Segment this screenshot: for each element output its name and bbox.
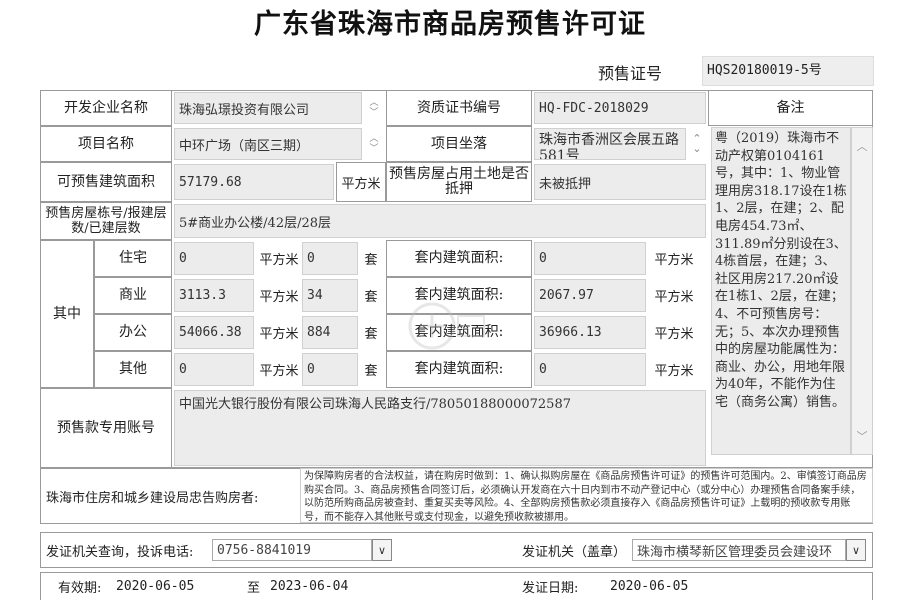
breakdown-inner-unit: 平方米 bbox=[654, 327, 694, 342]
notes-header: 备注 bbox=[708, 90, 873, 126]
area-label: 可预售建筑面积 bbox=[40, 162, 172, 202]
breakdown-area-field[interactable]: 0 bbox=[174, 242, 254, 275]
breakdown-count-field[interactable]: 0 bbox=[302, 242, 358, 275]
breakdown-count-field[interactable]: 34 bbox=[302, 279, 358, 312]
breakdown-count-unit: 套 bbox=[364, 290, 378, 305]
scroll-down-arrow-icon[interactable]: ﹀ bbox=[852, 428, 872, 444]
breakdown-area-field[interactable]: 54066.38 bbox=[174, 316, 254, 349]
issue-date-label: 发证日期: bbox=[522, 580, 579, 596]
breakdown-inner-field[interactable]: 2067.97 bbox=[534, 279, 646, 312]
breakdown-area-unit: 平方米 bbox=[259, 290, 299, 305]
breakdown-group-label: 其中 bbox=[40, 240, 94, 388]
breakdown-area-unit: 平方米 bbox=[259, 253, 299, 268]
valid-label: 有效期: bbox=[58, 580, 102, 596]
breakdown-row-label: 办公 bbox=[94, 314, 172, 351]
breakdown-count-field[interactable]: 884 bbox=[302, 316, 358, 349]
breakdown-inner-unit: 平方米 bbox=[654, 290, 694, 305]
breakdown-area-unit: 平方米 bbox=[259, 364, 299, 379]
breakdown-count-field[interactable]: 0 bbox=[302, 353, 358, 386]
breakdown-row-label: 住宅 bbox=[94, 240, 172, 277]
breakdown-inner-field[interactable]: 0 bbox=[534, 242, 646, 275]
qual-field[interactable]: HQ-FDC-2018029 bbox=[534, 92, 706, 124]
building-field[interactable]: 5#商业办公楼/42层/28层 bbox=[174, 204, 706, 238]
location-spin-icon[interactable]: ⌃ ⌄ bbox=[688, 128, 706, 160]
phone-label: 发证机关查询，投诉电话: bbox=[46, 544, 194, 560]
breakdown-count-unit: 套 bbox=[364, 364, 378, 379]
dropdown-arrow-icon[interactable]: ∨ bbox=[846, 539, 866, 561]
issue-date-field[interactable]: 2020-06-05 bbox=[606, 576, 726, 596]
land-field[interactable]: 未被抵押 bbox=[534, 164, 706, 200]
breakdown-inner-field[interactable]: 36966.13 bbox=[534, 316, 646, 349]
dropdown-arrow-icon[interactable]: ∨ bbox=[372, 539, 392, 561]
valid-to-label: 至 bbox=[247, 580, 261, 596]
developer-label: 开发企业名称 bbox=[40, 90, 172, 126]
building-label: 预售房屋栋号/报建层数/已建层数 bbox=[40, 202, 172, 240]
breakdown-area-field[interactable]: 0 bbox=[174, 353, 254, 386]
phone-dropdown[interactable]: 0756-8841019 bbox=[212, 539, 372, 561]
issuer-label: 发证机关（盖章） bbox=[522, 544, 627, 560]
notice-text: 为保障购房者的合法权益，请在购房时做到：1、确认拟购房屋在《商品房预售许可证》的… bbox=[300, 468, 873, 523]
area-unit: 平方米 bbox=[336, 162, 386, 202]
valid-from-field[interactable]: 2020-06-05 bbox=[112, 576, 232, 596]
project-spin-icon[interactable]: ︿ ﹀ bbox=[364, 128, 384, 160]
breakdown-count-unit: 套 bbox=[364, 327, 378, 342]
breakdown-row-label: 商业 bbox=[94, 277, 172, 314]
breakdown-inner-unit: 平方米 bbox=[654, 364, 694, 379]
breakdown-row-label: 其他 bbox=[94, 351, 172, 388]
account-label: 预售款专用账号 bbox=[40, 388, 172, 468]
notes-text: 粤（2019）珠海市不动产权第0104161号，其中：1、物业管理用房318.1… bbox=[711, 127, 851, 455]
notice-label: 珠海市住房和城乡建设局忠告购房者: bbox=[46, 490, 259, 506]
notes-scrollbar[interactable]: ︿ ﹀ bbox=[851, 127, 873, 455]
breakdown-area-field[interactable]: 3113.3 bbox=[174, 279, 254, 312]
breakdown-inner-field[interactable]: 0 bbox=[534, 353, 646, 386]
account-field[interactable]: 中国光大银行股份有限公司珠海人民路支行/78050188000072587 bbox=[174, 390, 706, 466]
breakdown-inner-label: 套内建筑面积: bbox=[386, 240, 532, 277]
page-title: 广东省珠海市商品房预售许可证 bbox=[254, 9, 646, 40]
cert-number-value: HQS20180019-5号 bbox=[702, 56, 874, 86]
breakdown-inner-label: 套内建筑面积: bbox=[386, 351, 532, 388]
scroll-up-arrow-icon[interactable]: ︿ bbox=[852, 138, 872, 154]
developer-field[interactable]: 珠海弘璟投资有限公司 bbox=[174, 92, 362, 124]
location-label: 项目坐落 bbox=[386, 126, 532, 162]
developer-spin-icon[interactable]: ︿ ﹀ bbox=[364, 92, 384, 124]
land-label: 预售房屋占用土地是否抵押 bbox=[386, 162, 532, 202]
breakdown-inner-unit: 平方米 bbox=[654, 253, 694, 268]
project-field[interactable]: 中环广场（南区三期） bbox=[174, 128, 362, 160]
project-label: 项目名称 bbox=[40, 126, 172, 162]
watermark-logo-icon bbox=[408, 302, 485, 350]
qual-label: 资质证书编号 bbox=[386, 90, 532, 126]
cert-number-label: 预售证号 bbox=[598, 64, 663, 83]
valid-to-field[interactable]: 2023-06-04 bbox=[266, 576, 386, 596]
breakdown-count-unit: 套 bbox=[364, 253, 378, 268]
area-field[interactable]: 57179.68 bbox=[174, 164, 334, 200]
breakdown-area-unit: 平方米 bbox=[259, 327, 299, 342]
issuer-dropdown[interactable]: 珠海市横琴新区管理委员会建设环 bbox=[632, 539, 846, 561]
location-field[interactable]: 珠海市香洲区会展五路 581号 bbox=[534, 128, 686, 160]
